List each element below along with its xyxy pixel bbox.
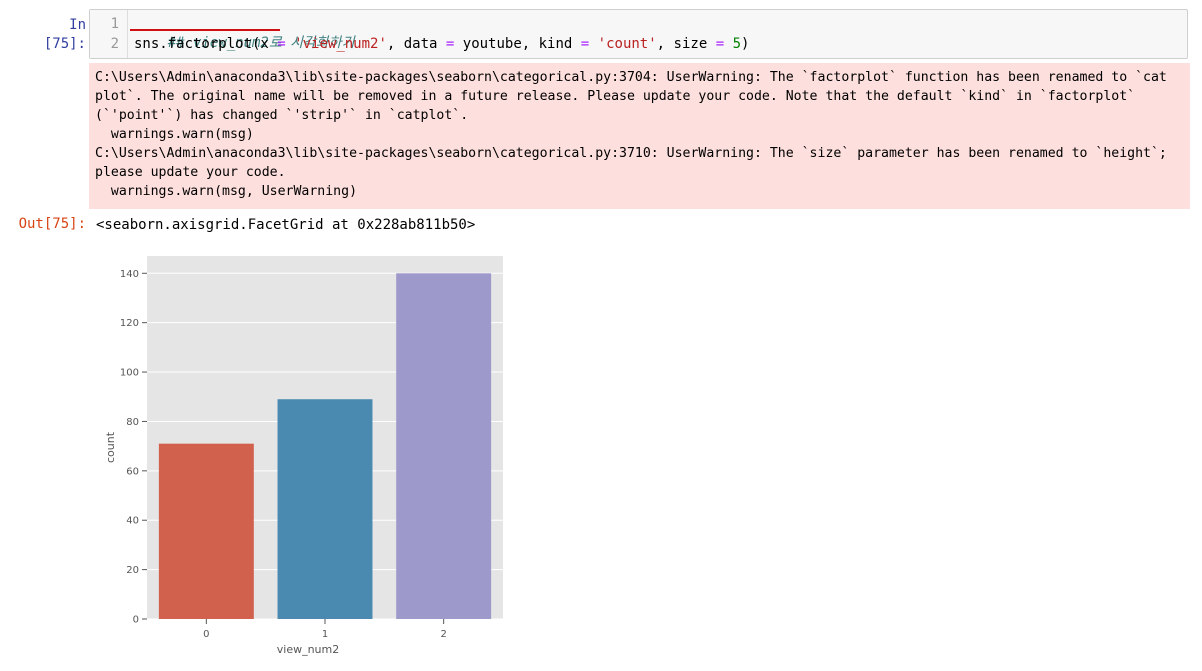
stderr-line: (`'point'`) has changed `'strip'` in `ca… — [95, 108, 469, 123]
x-tick-label: 0 — [203, 629, 209, 640]
stderr-line: plot`. The original name will be removed… — [95, 89, 1136, 104]
y-tick-label: 120 — [120, 318, 139, 329]
stderr-line: please update your code. — [95, 165, 286, 180]
stderr-line: C:\Users\Admin\anaconda3\lib\site-packag… — [95, 70, 1167, 85]
red-annotation-underline — [130, 29, 280, 31]
code-string: 'view_num2' — [294, 36, 387, 52]
x-tick-label: 1 — [322, 629, 328, 640]
code-operator: = — [277, 36, 286, 52]
y-tick-label: 140 — [120, 269, 139, 280]
y-tick-label: 100 — [120, 368, 139, 379]
code-operator: = — [715, 36, 725, 52]
code-line-2[interactable]: sns.factorplot(x = 'view_num2', data = y… — [134, 35, 749, 54]
code-token: ) — [741, 36, 750, 52]
input-prompt: In [75]: — [43, 17, 86, 52]
bar — [277, 399, 373, 619]
chart-output: 0 20 40 60 80 100 120 140 0 1 2 view_num2 count — [96, 248, 516, 663]
code-token: , data — [386, 36, 446, 52]
code-editor[interactable]: 1 2 ## view_num2로 시각화하기 sns.factorplot(x… — [89, 9, 1188, 59]
y-axis-label: count — [104, 431, 117, 463]
code-number: 5 — [732, 36, 741, 52]
x-tick-label: 2 — [440, 629, 446, 640]
line-number-gutter: 1 2 — [90, 10, 128, 58]
stderr-line: C:\Users\Admin\anaconda3\lib\site-packag… — [95, 146, 1167, 161]
y-tick-label: 60 — [126, 466, 139, 477]
line-number: 2 — [110, 36, 119, 52]
stderr-line: warnings.warn(msg, UserWarning) — [95, 184, 358, 199]
y-tick-label: 80 — [126, 417, 139, 428]
stderr-output: C:\Users\Admin\anaconda3\lib\site-packag… — [89, 63, 1190, 209]
code-operator: = — [580, 36, 590, 52]
stderr-line: warnings.warn(msg) — [95, 127, 254, 142]
y-tick-label: 40 — [126, 516, 139, 527]
output-repr: <seaborn.axisgrid.FacetGrid at 0x228ab81… — [96, 217, 476, 233]
output-prompt: Out[75]: — [18, 216, 86, 232]
code-token: sns.factorplot(x — [134, 36, 278, 52]
y-tick-label: 20 — [126, 565, 139, 576]
bar — [158, 443, 254, 619]
x-axis-label: view_num2 — [277, 643, 340, 656]
code-token: , size — [656, 36, 716, 52]
bar-chart: 0 20 40 60 80 100 120 140 0 1 2 view_num2 count — [104, 256, 503, 656]
y-tick-label: 0 — [133, 615, 139, 626]
line-number: 1 — [110, 16, 119, 32]
bar — [396, 273, 492, 619]
code-token: youtube, kind — [454, 36, 581, 52]
code-string: 'count' — [597, 36, 657, 52]
